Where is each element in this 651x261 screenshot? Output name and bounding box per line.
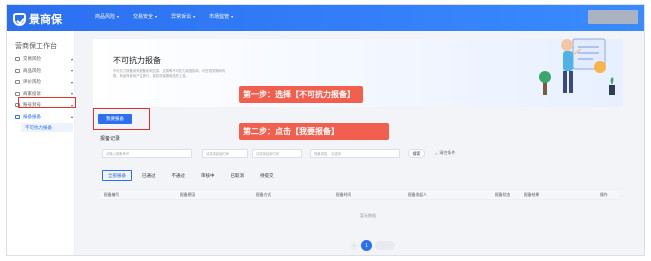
- highlight-box-sidebar: [18, 97, 76, 108]
- prev-page-icon[interactable]: ‹: [350, 241, 358, 250]
- report-button[interactable]: 我要报备: [98, 114, 132, 124]
- complaint-icon: [15, 91, 20, 96]
- user-account-redacted[interactable]: [588, 10, 638, 24]
- sidebar-title: 营商保工作台: [15, 43, 57, 50]
- status-tabs: 全部报备 已通过 不通过 审核中 已取消 待提交: [102, 170, 280, 181]
- tab-approved[interactable]: 已通过: [136, 170, 162, 181]
- topnav-item-goods[interactable]: 商品风险 ▾: [95, 13, 119, 20]
- sidebar-item-label: 评价风险: [23, 79, 41, 84]
- topnav-item-market[interactable]: 市场监管 ▾: [209, 13, 233, 20]
- sidebar-item-review-risk[interactable]: 评价风险 ▾: [15, 77, 73, 87]
- brand-logo[interactable]: 景商保: [13, 11, 62, 27]
- topnav-label: 市场监管: [209, 14, 230, 20]
- reason-select-label: 报备原因: [314, 152, 328, 156]
- sidebar-menu: 交易风险 ▾ 商品风险 ▾ 评价风险 ▾ 商家投诉 ▾ 账号封号 ▾ 报备报备 ▴ 不可抗力…: [15, 54, 73, 132]
- reason-select-value: 请选择: [331, 152, 342, 156]
- tab-cancelled[interactable]: 已取消: [225, 170, 251, 181]
- filter-bar: 请输入报备单号 请选择起始时间 请选择结束时间 报备原因 请选择 搜索 ⌂ 清空…: [102, 149, 602, 159]
- top-navbar: 景商保 商品风险 ▾ 交易安全 ▾ 异常诉讼 ▾ 市场监管 ▾: [7, 5, 644, 31]
- start-date-input[interactable]: 请选择起始时间: [202, 149, 248, 158]
- page-current[interactable]: 1: [361, 240, 372, 251]
- sidebar: 营商保工作台 交易风险 ▾ 商品风险 ▾ 评价风险 ▾ 商家投诉 ▾ 账号封号 ▾ 报备报…: [7, 31, 75, 255]
- step1-callout: 第一步：选择【不可抗力报备】: [239, 86, 363, 103]
- table-header: 报备编号 报备原因 报备方式 报备时间 报备发起人 报备状态 报备结果 操作: [100, 189, 618, 200]
- chevron-down-icon: ▾: [193, 14, 196, 19]
- column-header: 操作: [600, 193, 608, 197]
- column-header: 报备方式: [256, 193, 272, 197]
- sidebar-item-trade-risk[interactable]: 交易风险 ▾: [15, 54, 73, 64]
- review-icon: [15, 80, 20, 84]
- records-title: 报备记录: [100, 136, 121, 142]
- chevron-down-icon: ▾: [117, 14, 120, 19]
- trade-icon: [15, 57, 20, 61]
- clear-filters-link[interactable]: ⌂ 清空条件: [435, 150, 455, 156]
- search-button[interactable]: 搜索: [408, 149, 425, 158]
- page-title: 不可抗力报备: [113, 56, 161, 65]
- tab-rejected[interactable]: 不通过: [166, 170, 192, 181]
- chevron-down-icon: ▾: [155, 14, 158, 19]
- column-header: 报备编号: [104, 193, 120, 197]
- empty-state: 暂无数据: [360, 213, 376, 218]
- brand-name: 景商保: [29, 14, 62, 26]
- illustration-icon: [539, 38, 615, 95]
- tab-pending[interactable]: 待提交: [254, 170, 280, 181]
- sidebar-subitem-force-majeure[interactable]: 不可抗力报备: [21, 123, 73, 132]
- sidebar-item-report[interactable]: 报备报备 ▴: [15, 112, 73, 122]
- reason-select[interactable]: 报备原因 请选择: [310, 149, 400, 158]
- chevron-up-icon: ▴: [70, 114, 73, 119]
- topnav-label: 异常诉讼: [171, 14, 192, 20]
- column-header: 报备结果: [524, 193, 540, 197]
- tab-all[interactable]: 全部报备: [102, 170, 132, 181]
- tab-reviewing[interactable]: 审核中: [195, 170, 221, 181]
- topnav-label: 商品风险: [95, 14, 116, 20]
- sidebar-item-label: 商家投诉: [23, 90, 41, 96]
- column-header: 报备原因: [180, 193, 196, 197]
- clear-filters-label: 清空条件: [439, 150, 456, 155]
- chevron-down-icon: ▾: [70, 79, 73, 85]
- chevron-down-icon: ▾: [70, 56, 73, 62]
- column-header: 报备时间: [336, 193, 352, 197]
- topnav-label: 交易安全: [133, 14, 154, 20]
- column-header: 报备状态: [495, 193, 511, 197]
- end-date-input[interactable]: 请选择结束时间: [252, 149, 302, 158]
- step2-callout: 第二步：点击【我要报备】: [239, 123, 389, 140]
- chevron-down-icon: ▾: [70, 68, 73, 73]
- chevron-down-icon: ▾: [70, 91, 73, 96]
- sidebar-item-goods-risk[interactable]: 商品风险 ▾: [15, 66, 73, 76]
- sidebar-item-label: 报备报备: [23, 113, 41, 119]
- topnav-item-litigation[interactable]: 异常诉讼 ▾: [171, 13, 195, 20]
- report-number-input[interactable]: 请输入报备单号: [102, 149, 192, 158]
- app-window: 景商保 商品风险 ▾ 交易安全 ▾ 异常诉讼 ▾ 市场监管 ▾ 营商保工作台 交易风险 ▾…: [6, 4, 645, 256]
- page-description: 不可抗力报备用来报备影响交易、交易等不可抗力原因影响，可在相关期间内报，商品商家…: [113, 69, 226, 78]
- goods-icon: [15, 68, 20, 73]
- column-header: 报备发起人: [408, 193, 427, 197]
- clear-icon: ⌂: [435, 150, 438, 156]
- top-nav: 商品风险 ▾ 交易安全 ▾ 异常诉讼 ▾ 市场监管 ▾: [95, 13, 233, 20]
- sidebar-item-label: 商品风险: [23, 67, 41, 73]
- pagination: ‹ 1: [350, 240, 395, 251]
- highlight-box-report-button: 我要报备: [93, 108, 150, 130]
- page-size-select[interactable]: [375, 241, 395, 250]
- sidebar-item-label: 交易风险: [23, 56, 41, 61]
- topnav-item-trade[interactable]: 交易安全 ▾: [133, 13, 157, 20]
- chevron-down-icon: ▾: [231, 14, 234, 19]
- shield-icon: [13, 12, 26, 26]
- report-icon: [15, 114, 20, 119]
